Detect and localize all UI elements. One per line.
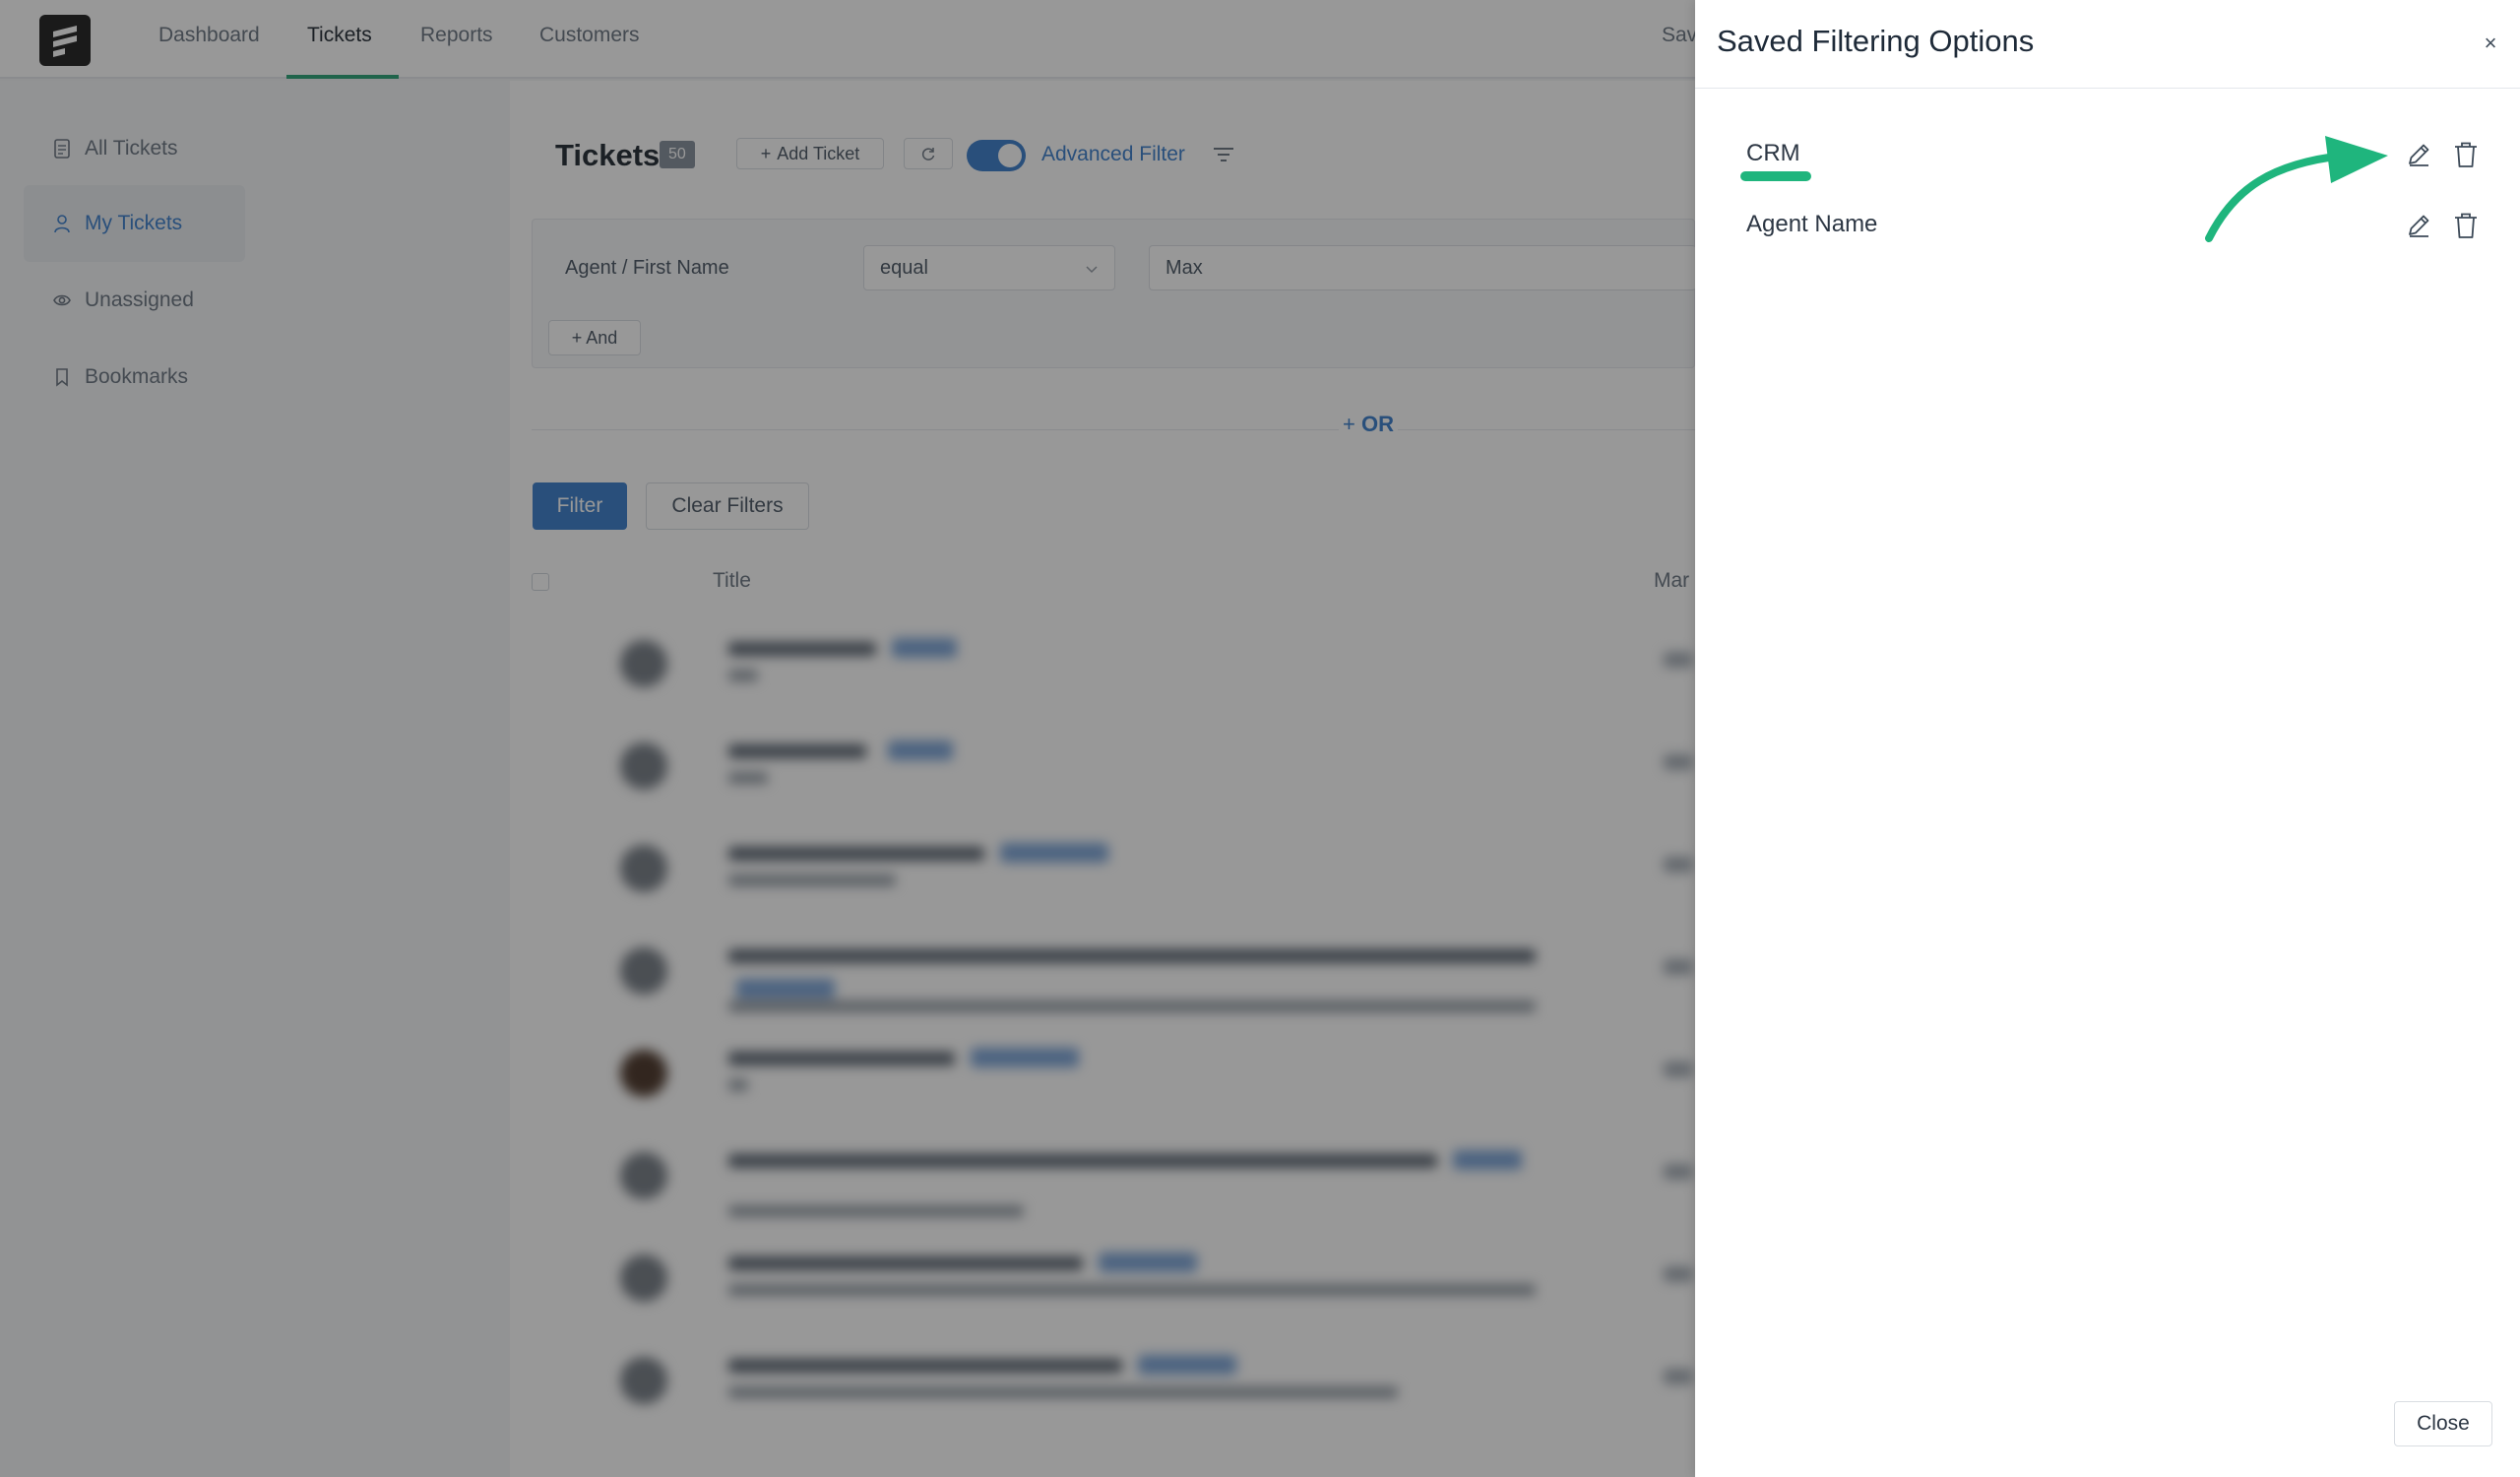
saved-filter-label[interactable]: Agent Name <box>1746 211 1877 238</box>
annotation-arrow-icon <box>2205 136 2388 242</box>
saved-filter-label[interactable]: CRM <box>1746 140 1800 167</box>
trash-icon[interactable] <box>2449 138 2483 171</box>
drawer-header: Saved Filtering Options × <box>1695 0 2520 89</box>
trash-icon[interactable] <box>2449 209 2483 242</box>
close-icon[interactable]: × <box>2471 24 2510 63</box>
modal-backdrop[interactable] <box>0 0 1695 1477</box>
crm-highlight-underline <box>1740 171 1811 181</box>
drawer-title: Saved Filtering Options <box>1717 24 2035 58</box>
close-button[interactable]: Close <box>2394 1401 2492 1446</box>
